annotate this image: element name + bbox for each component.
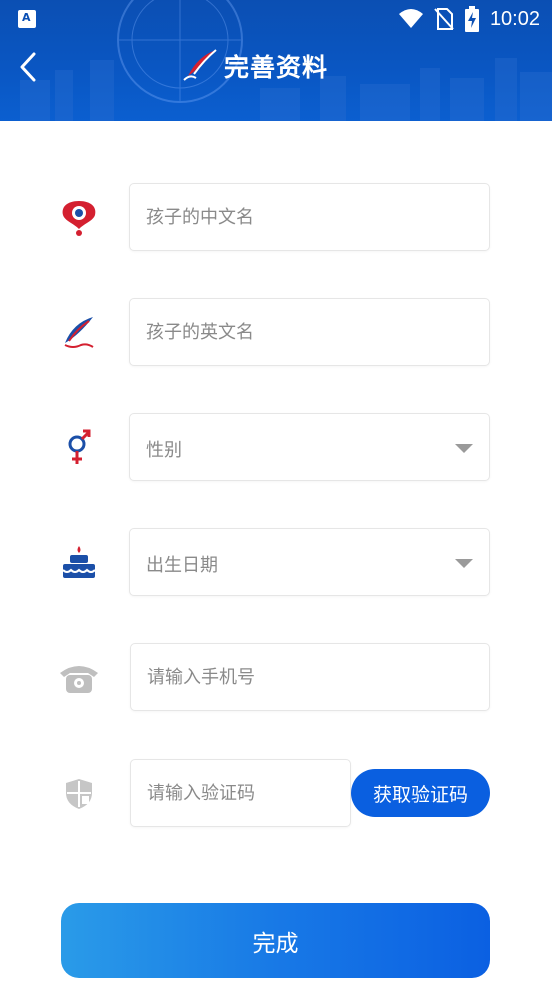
chevron-down-icon: [455, 444, 473, 453]
header-bar: A 10:02 完善资料: [0, 0, 552, 121]
chinese-name-row: [0, 183, 552, 253]
get-verification-code-button[interactable]: 获取验证码: [351, 769, 490, 817]
no-sim-icon: [434, 8, 454, 30]
submit-button[interactable]: 完成: [61, 903, 490, 978]
phone-input[interactable]: [131, 644, 489, 710]
birthday-select-label: 出生日期: [146, 555, 218, 576]
chinese-name-field[interactable]: [129, 183, 490, 251]
app-notification-icon: A: [18, 10, 36, 28]
feather-quill-icon: [58, 313, 100, 353]
lock-badge-icon: [58, 198, 100, 238]
page-title: 完善资料: [224, 53, 329, 82]
phone-field[interactable]: [130, 643, 490, 711]
chevron-down-icon: [455, 559, 473, 568]
verification-code-field[interactable]: [130, 759, 351, 827]
verification-code-input[interactable]: [131, 760, 350, 826]
clock-time: 10:02: [489, 7, 540, 30]
gender-row: 性别: [0, 413, 552, 483]
english-name-field[interactable]: [129, 298, 490, 366]
wifi-icon: [398, 9, 423, 28]
back-button[interactable]: [12, 48, 44, 86]
verification-code-row: 获取验证码: [0, 759, 552, 829]
shield-icon: [58, 774, 100, 814]
gender-select-label: 性别: [146, 440, 182, 461]
english-name-row: [0, 298, 552, 368]
phone-row: [0, 643, 552, 713]
english-name-input[interactable]: [130, 299, 489, 365]
battery-charging-icon: [464, 6, 479, 32]
feather-logo-icon: [183, 49, 217, 81]
birthday-cake-icon: [58, 543, 100, 583]
birthday-row: 出生日期: [0, 528, 552, 598]
chinese-name-input[interactable]: [130, 184, 489, 250]
birthday-select[interactable]: 出生日期: [129, 528, 490, 596]
gender-icon: [58, 428, 100, 468]
telephone-icon: [58, 658, 100, 698]
gender-select[interactable]: 性别: [129, 413, 490, 481]
chevron-left-icon: [20, 52, 36, 82]
status-bar: A 10:02: [0, 0, 552, 40]
